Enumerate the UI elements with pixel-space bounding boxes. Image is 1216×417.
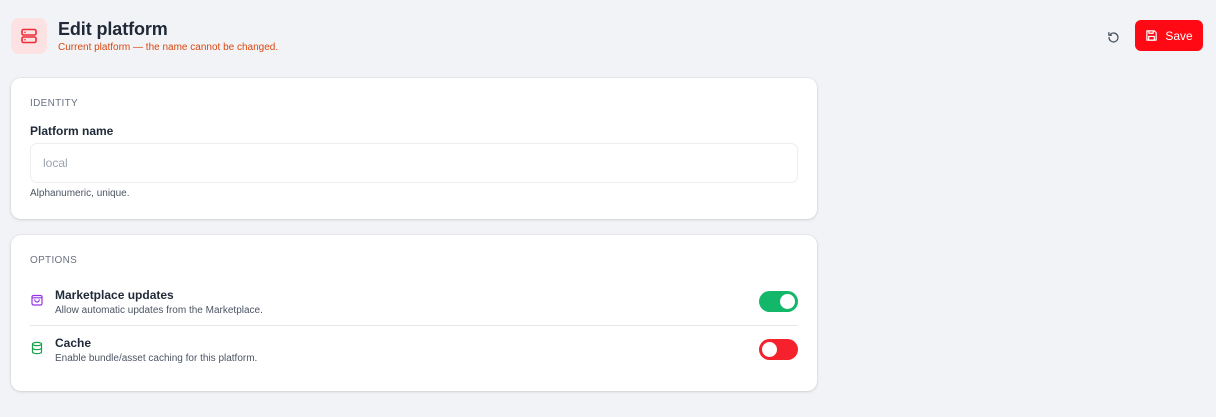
platform-name-input[interactable] — [30, 143, 798, 183]
options-section-title: OPTIONS — [30, 255, 78, 266]
marketplace-updates-label: Marketplace updates — [55, 288, 174, 302]
database-icon — [30, 341, 44, 355]
page-subtitle: Current platform — the name cannot be ch… — [58, 42, 279, 53]
platform-name-label: Platform name — [30, 124, 114, 138]
floppy-disk-icon — [1146, 30, 1158, 41]
cache-description: Enable bundle/asset caching for this pla… — [55, 353, 258, 364]
row-divider — [30, 325, 798, 326]
option-row-marketplace-updates: Marketplace updates Allow automatic upda… — [30, 287, 798, 327]
reset-button[interactable] — [1103, 27, 1123, 47]
edit-platform-page: Edit platform Current platform — the nam… — [0, 0, 1216, 417]
page-title: Edit platform — [58, 19, 168, 39]
toggle-knob — [780, 294, 795, 309]
options-card: OPTIONS Marketplace updates Allow automa… — [11, 235, 817, 391]
reset-icon — [1107, 31, 1119, 43]
marketplace-updates-description: Allow automatic updates from the Marketp… — [55, 305, 263, 316]
toggle-knob — [762, 342, 777, 357]
option-row-cache: Cache Enable bundle/asset caching for th… — [30, 335, 798, 375]
cache-toggle[interactable] — [759, 339, 798, 360]
marketplace-updates-toggle[interactable] — [759, 291, 798, 312]
identity-card: IDENTITY Platform name Alphanumeric, uni… — [11, 78, 817, 219]
save-button[interactable]: Save — [1135, 20, 1203, 51]
shopping-bag-icon — [30, 293, 44, 307]
cache-label: Cache — [55, 336, 92, 350]
platform-name-help: Alphanumeric, unique. — [30, 188, 130, 199]
save-button-label: Save — [1165, 28, 1193, 43]
identity-section-title: IDENTITY — [30, 98, 78, 109]
server-icon — [11, 18, 47, 54]
